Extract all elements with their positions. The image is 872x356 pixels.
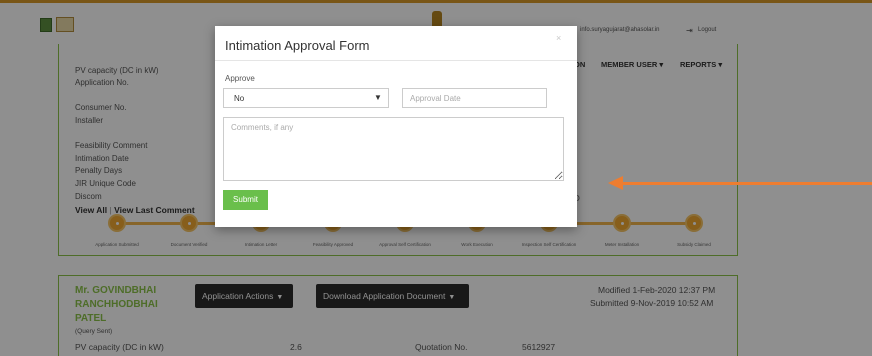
modal-title: Intimation Approval Form <box>225 38 370 53</box>
comments-textarea[interactable] <box>223 117 564 181</box>
intimation-approval-modal: Intimation Approval Form × Approve No ▼ … <box>215 26 577 227</box>
approve-label: Approve <box>225 74 255 83</box>
close-icon[interactable]: × <box>556 33 561 43</box>
modal-divider <box>215 60 577 61</box>
annotation-arrow-line <box>622 182 872 185</box>
approve-select-value: No <box>234 94 245 103</box>
approval-date-input[interactable] <box>402 88 547 108</box>
submit-button[interactable]: Submit <box>223 190 268 210</box>
annotation-arrow-head <box>608 176 623 190</box>
approve-select[interactable]: No ▼ <box>223 88 389 108</box>
caret-down-icon: ▼ <box>374 93 382 102</box>
